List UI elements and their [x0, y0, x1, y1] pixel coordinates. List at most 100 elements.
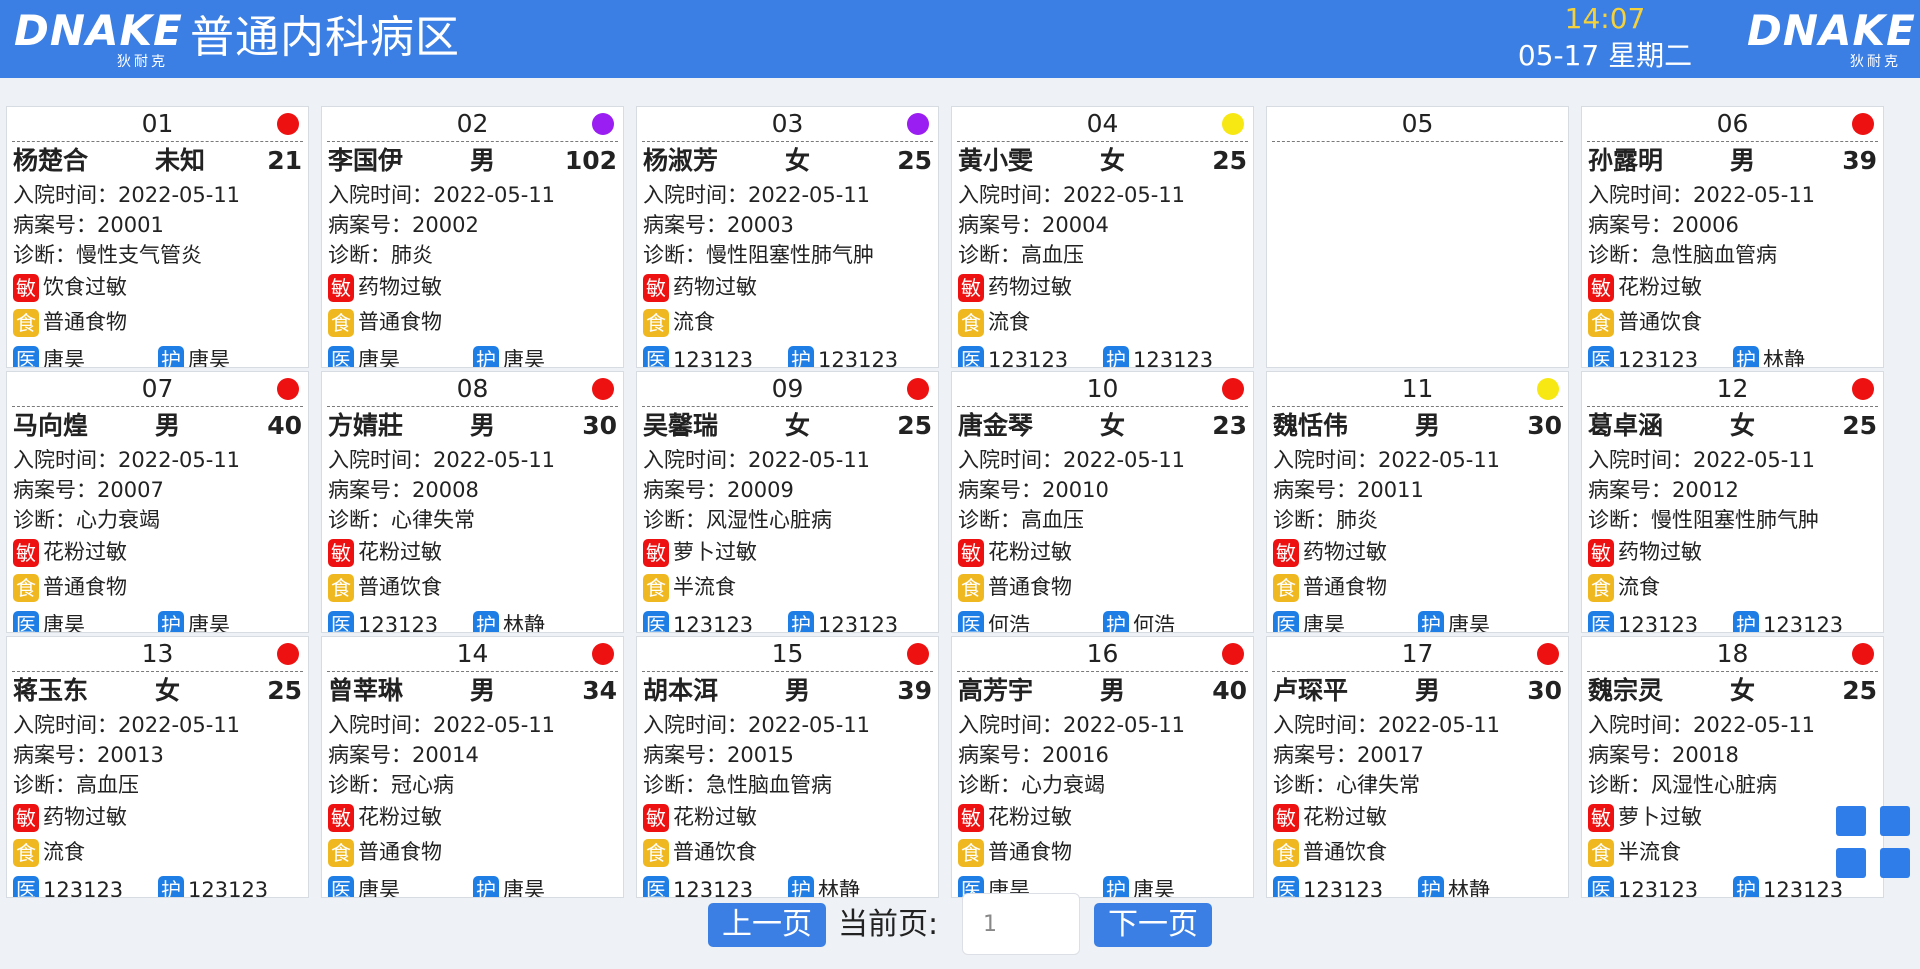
diagnosis-label: 诊断：	[328, 508, 391, 532]
nurse-badge-icon: 护	[1733, 611, 1759, 632]
patient-age: 25	[1842, 676, 1877, 705]
record-number-value: 20014	[412, 743, 479, 767]
admit-date-row: 入院时间：2022-05-11	[643, 710, 932, 740]
diet-value: 普通食物	[358, 840, 442, 864]
brand-logo-right: DNAKE 狄耐克	[1747, 8, 1915, 71]
patient-header: 杨楚合 未知 21	[13, 142, 302, 180]
patient-gender: 女	[1730, 411, 1756, 440]
bed-card[interactable]: 05	[1266, 106, 1569, 368]
admit-date-label: 入院时间：	[958, 448, 1063, 472]
patient-name: 魏宗灵	[1588, 676, 1664, 705]
diagnosis-row: 诊断：冠心病	[328, 770, 617, 800]
allergy-row: 敏花粉过敏	[643, 800, 932, 835]
patient-age: 25	[1212, 146, 1247, 175]
patient-header: 方婧莊 男 30	[328, 407, 617, 445]
allergy-badge-icon: 敏	[643, 538, 669, 567]
care-staff-row: 医唐昊护唐昊	[13, 340, 302, 368]
patient-header: 唐金琴 女 23	[958, 407, 1247, 445]
allergy-value: 药物过敏	[988, 275, 1072, 299]
room-number-text: 15	[771, 639, 804, 668]
admit-date-value: 2022-05-11	[433, 448, 556, 472]
record-number-row: 病案号：20012	[1588, 475, 1877, 505]
record-number-value: 20018	[1672, 743, 1739, 767]
diet-row: 食流食	[958, 305, 1247, 340]
allergy-row: 敏药物过敏	[1273, 535, 1562, 570]
nurse-info: 护何浩	[1103, 608, 1175, 632]
status-dot-icon	[592, 378, 614, 400]
bed-card[interactable]: 10 唐金琴女 23 入院时间：2022-05-11 病案号：20010 诊断：高血压敏花…	[951, 371, 1254, 633]
admit-date-label: 入院时间：	[13, 183, 118, 207]
bed-card[interactable]: 15 胡本洱男 39 入院时间：2022-05-11 病案号：20015 诊断：急性脑血管…	[636, 636, 939, 898]
diet-badge-icon: 食	[13, 838, 39, 867]
bed-card[interactable]: 17 卢琛平男 30 入院时间：2022-05-11 病案号：20017 诊断：心律失常敏…	[1266, 636, 1569, 898]
diet-row: 食普通食物	[13, 305, 302, 340]
current-page-input[interactable]	[962, 893, 1080, 955]
allergy-badge-icon: 敏	[328, 538, 354, 567]
admit-date-label: 入院时间：	[1588, 448, 1693, 472]
prev-page-button[interactable]: 上一页	[708, 903, 826, 947]
diagnosis-label: 诊断：	[328, 773, 391, 797]
room-number: 04	[957, 107, 1248, 142]
record-number-value: 20015	[727, 743, 794, 767]
bed-card-grid: 01 杨楚合 未知 21 入院时间：2022-05-11 病案号：20001 诊断：慢性支气…	[6, 106, 1884, 898]
allergy-row: 敏花粉过敏	[1273, 800, 1562, 835]
record-number-row: 病案号：20009	[643, 475, 932, 505]
patient-age: 30	[1527, 411, 1562, 440]
allergy-row: 敏花粉过敏	[958, 800, 1247, 835]
diagnosis-value: 心律失常	[1336, 773, 1420, 797]
bed-card[interactable]: 09 吴馨瑞女 25 入院时间：2022-05-11 病案号：20009 诊断：风湿性心脏…	[636, 371, 939, 633]
bed-card[interactable]: 01 杨楚合 未知 21 入院时间：2022-05-11 病案号：20001 诊断：慢性支气…	[6, 106, 309, 368]
bed-card[interactable]: 02 李国伊男 102 入院时间：2022-05-11 病案号：20002 诊断：肺炎敏药…	[321, 106, 624, 368]
diet-row: 食普通饮食	[1273, 835, 1562, 870]
diagnosis-row: 诊断：急性脑血管病	[1588, 240, 1877, 270]
doctor-badge-icon: 医	[13, 346, 39, 367]
diet-row: 食普通食物	[328, 835, 617, 870]
bed-card[interactable]: 13 蒋玉东女 25 入院时间：2022-05-11 病案号：20013 诊断：高血压敏药…	[6, 636, 309, 898]
diet-value: 普通饮食	[1303, 840, 1387, 864]
allergy-value: 药物过敏	[1618, 540, 1702, 564]
next-page-button[interactable]: 下一页	[1094, 903, 1212, 947]
doctor-name: 123123	[1618, 348, 1699, 368]
admit-date-value: 2022-05-11	[118, 713, 241, 737]
bed-card[interactable]: 06 孙露明男 39 入院时间：2022-05-11 病案号：20006 诊断：急性脑血管…	[1581, 106, 1884, 368]
record-number-row: 病案号：20007	[13, 475, 302, 505]
bed-card[interactable]: 03 杨淑芳女 25 入院时间：2022-05-11 病案号：20003 诊断：慢性阻塞性…	[636, 106, 939, 368]
bed-card[interactable]: 12 葛卓涵女 25 入院时间：2022-05-11 病案号：20012 诊断：慢性阻塞性…	[1581, 371, 1884, 633]
doctor-info: 医 123123	[643, 608, 753, 632]
admit-date-row: 入院时间：2022-05-11	[643, 445, 932, 475]
patient-gender: 男	[155, 411, 181, 440]
room-number-text: 07	[141, 374, 174, 403]
admit-date-label: 入院时间：	[328, 713, 433, 737]
patient-gender: 未知	[155, 146, 206, 175]
patient-name: 黄小雯	[958, 146, 1034, 175]
nurse-name: 唐昊	[188, 348, 230, 368]
allergy-badge-icon: 敏	[1588, 803, 1614, 832]
allergy-badge-icon: 敏	[328, 273, 354, 302]
record-number-label: 病案号：	[643, 478, 727, 502]
bed-card[interactable]: 04 黄小雯女 25 入院时间：2022-05-11 病案号：20004 诊断：高血压敏药…	[951, 106, 1254, 368]
nurse-info: 护唐昊	[158, 608, 230, 632]
patient-header: 马向煌 男 40	[13, 407, 302, 445]
bed-card[interactable]: 07 马向煌男 40 入院时间：2022-05-11 病案号：20007 诊断：心力衰竭敏…	[6, 371, 309, 633]
patient-gender: 男	[470, 411, 496, 440]
current-page-label: 当前页:	[838, 907, 939, 942]
diet-row: 食普通饮食	[643, 835, 932, 870]
allergy-value: 药物过敏	[673, 275, 757, 299]
room-number: 05	[1272, 107, 1563, 142]
allergy-value: 花粉过敏	[988, 540, 1072, 564]
allergy-row: 敏花粉过敏	[328, 800, 617, 835]
diagnosis-value: 肺炎	[1336, 508, 1378, 532]
patient-age: 40	[1212, 676, 1247, 705]
diagnosis-value: 心力衰竭	[1021, 773, 1105, 797]
record-number-label: 病案号：	[643, 743, 727, 767]
bed-card[interactable]: 14 曾莘琳男 34 入院时间：2022-05-11 病案号：20014 诊断：冠心病敏花…	[321, 636, 624, 898]
grid-icon[interactable]	[1836, 806, 1912, 882]
room-number-text: 14	[456, 639, 489, 668]
patient-age: 25	[267, 676, 302, 705]
bed-card[interactable]: 08 方婧莊男 30 入院时间：2022-05-11 病案号：20008 诊断：心律失常敏…	[321, 371, 624, 633]
allergy-badge-icon: 敏	[1273, 803, 1299, 832]
status-dot-icon	[1222, 113, 1244, 135]
bed-card[interactable]: 11 魏恬伟男 30 入院时间：2022-05-11 病案号：20011 诊断：肺炎敏药物…	[1266, 371, 1569, 633]
admit-date-label: 入院时间：	[328, 183, 433, 207]
bed-card[interactable]: 16 高芳宇男 40 入院时间：2022-05-11 病案号：20016 诊断：心力衰竭敏…	[951, 636, 1254, 898]
